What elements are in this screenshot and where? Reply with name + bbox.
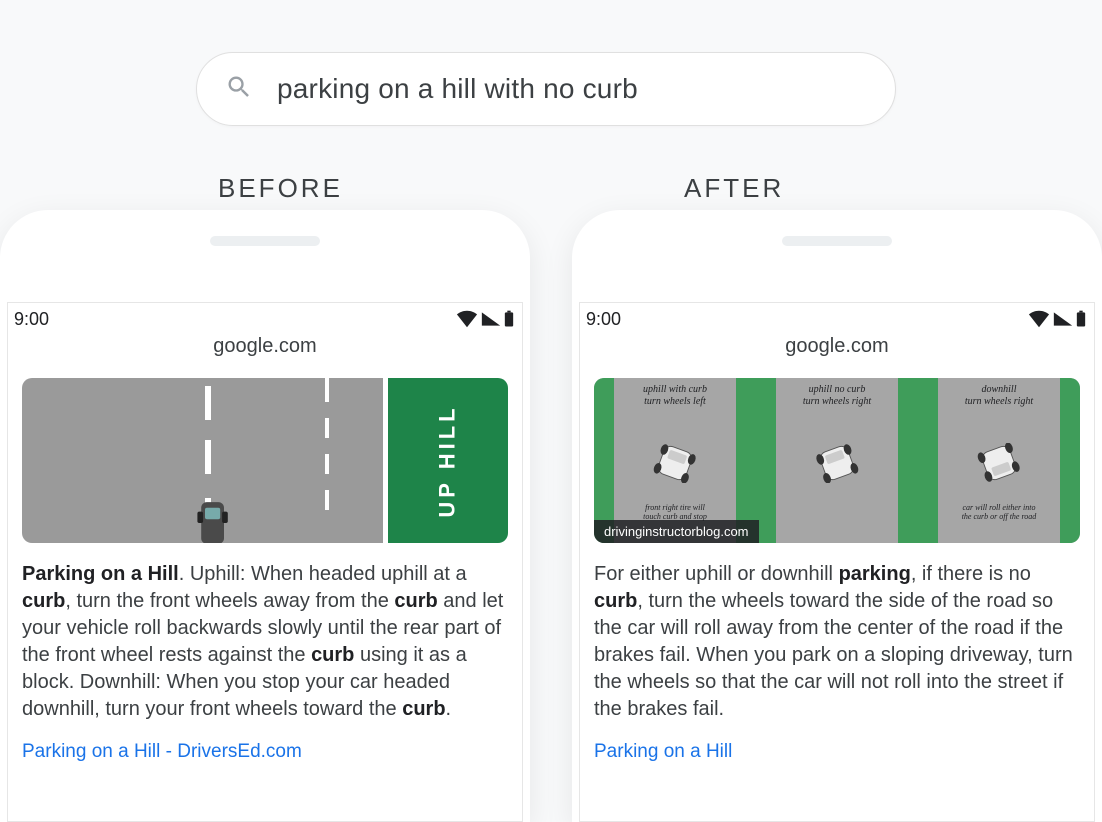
status-icons <box>1028 310 1086 328</box>
search-bar[interactable]: parking on a hill with no curb <box>196 52 896 126</box>
panel-sub: car will roll either intothe curb or off… <box>924 503 1074 521</box>
car-icon <box>194 493 232 543</box>
url-bar: google.com <box>580 335 1094 364</box>
status-icons <box>456 310 514 328</box>
result-image-after[interactable]: uphill with curbturn wheels left <box>594 378 1080 543</box>
result-link-before[interactable]: Parking on a Hill - DriversEd.com <box>22 741 508 763</box>
road-graphic <box>22 378 388 543</box>
phone-screen: 9:00 google.com <box>7 302 523 822</box>
panel-downhill: downhillturn wheels right car <box>918 378 1080 543</box>
panel-uphill-curb: uphill with curbturn wheels left <box>594 378 756 543</box>
panel-uphill-nocurb: uphill no curbturn wheels right <box>756 378 918 543</box>
panel-title: uphill with curbturn wheels left <box>600 384 750 408</box>
car-icon <box>810 443 865 483</box>
status-time: 9:00 <box>586 309 621 330</box>
image-source-badge: drivinginstructorblog.com <box>594 520 759 543</box>
search-query: parking on a hill with no curb <box>277 73 638 105</box>
phone-speaker <box>782 236 892 246</box>
phone-after: 9:00 google.com uphill with curbturn whe… <box>572 210 1102 822</box>
status-time: 9:00 <box>14 309 49 330</box>
phone-screen: 9:00 google.com uphill with curbturn whe… <box>579 302 1095 822</box>
phone-speaker <box>210 236 320 246</box>
phone-before: 9:00 google.com <box>0 210 530 822</box>
status-bar: 9:00 <box>8 303 522 335</box>
panel-title: downhillturn wheels right <box>924 384 1074 408</box>
label-after: AFTER <box>684 173 784 204</box>
snippet-before: Parking on a Hill. Uphill: When headed u… <box>22 561 508 723</box>
panel-title: uphill no curbturn wheels right <box>762 384 912 408</box>
search-icon <box>225 73 253 106</box>
snippet-after: For either uphill or downhill parking, i… <box>594 561 1080 723</box>
panel-sub: front right tire willtouch curb and stop <box>600 503 750 521</box>
status-bar: 9:00 <box>580 303 1094 335</box>
uphill-panel: UP HILL <box>388 378 508 543</box>
result-image-before[interactable]: UP HILL <box>22 378 508 543</box>
car-icon <box>648 443 703 483</box>
label-before: BEFORE <box>218 173 343 204</box>
uphill-label: UP HILL <box>435 404 461 517</box>
result-link-after[interactable]: Parking on a Hill <box>594 741 1080 763</box>
car-icon <box>972 443 1027 483</box>
url-bar: google.com <box>8 335 522 364</box>
